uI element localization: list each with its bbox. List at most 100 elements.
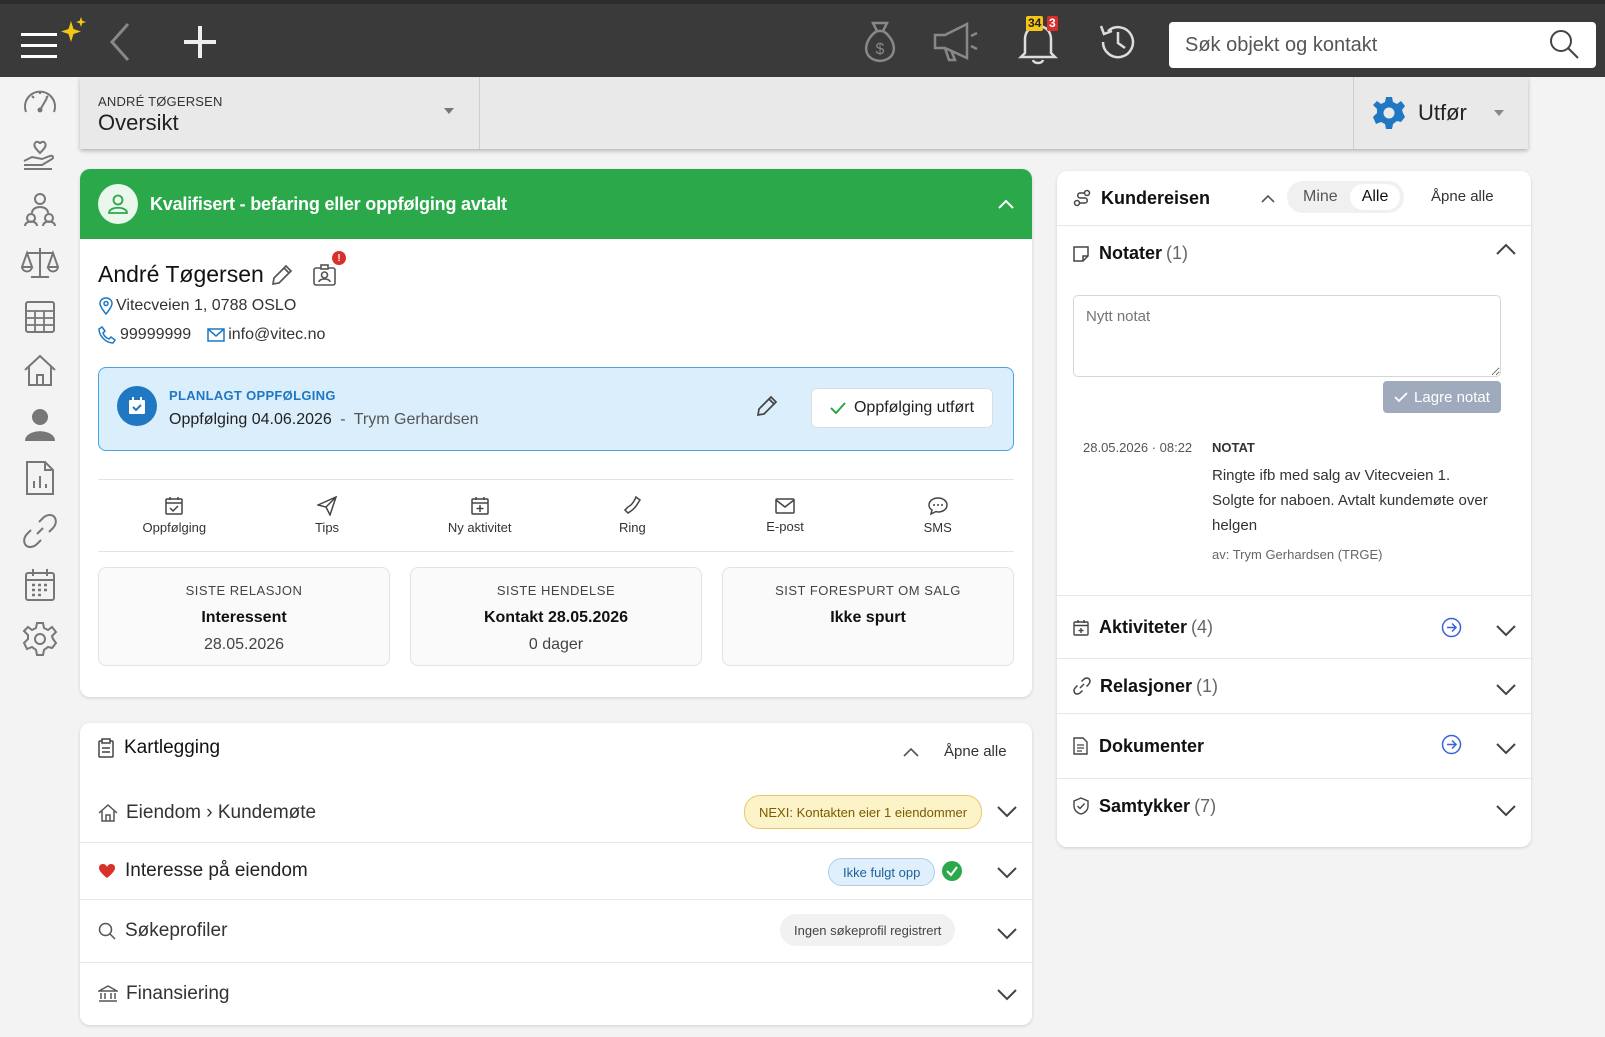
open-all-link[interactable]: Åpne alle [1431,188,1494,205]
check-icon [1394,391,1408,402]
chevron-up-icon[interactable] [998,199,1014,209]
action-sms-button[interactable]: SMS [861,480,1014,551]
action-label: Tips [314,520,340,535]
mail-icon [207,328,225,342]
chevron-down-icon[interactable] [996,805,1018,819]
chat-bubble-icon [927,497,948,516]
calendar-check-icon [117,386,157,426]
action-call-button[interactable]: Ring [556,480,709,551]
action-label: Ring [618,520,646,535]
menu-icon[interactable] [18,14,88,70]
row-label: Søkeprofiler [125,920,228,941]
contact-card: Kvalifisert - befaring eller oppfølging … [80,169,1032,697]
section-count: (1) [1196,675,1219,696]
chevron-down-icon[interactable] [1495,683,1517,697]
sidebar-scales-icon[interactable] [20,243,60,283]
chevron-up-icon[interactable] [1261,194,1275,203]
sidebar-team-icon[interactable] [20,189,60,229]
kartlegging-row-financing[interactable]: Finansiering [80,962,1032,1025]
action-followup-button[interactable]: Oppfølging [98,480,251,551]
chevron-down-icon[interactable] [1495,742,1517,756]
add-icon[interactable] [178,14,222,70]
sidebar-calculator-icon[interactable] [20,297,60,337]
money-bag-icon[interactable]: $ [855,14,905,70]
kartlegging-row-search-profiles[interactable]: Søkeprofiler Ingen søkeprofil registrert [80,899,1032,962]
followup-done-button[interactable]: Oppfølging utført [811,388,993,428]
scope-mine-option[interactable]: Mine [1291,184,1350,210]
search-input[interactable] [1185,33,1548,57]
relations-section[interactable]: Relasjoner (1) [1057,658,1531,713]
action-label: E-post [766,519,804,534]
nexi-tag: NEXI: Kontakten eier 1 eiendommer [744,795,983,829]
stat-last-event: SISTE HENDELSE Kontakt 28.05.2026 0 dage… [410,567,702,666]
megaphone-icon[interactable] [930,14,982,70]
email-address[interactable]: info@vitec.no [228,326,325,344]
scope-all-option[interactable]: Alle [1349,184,1401,210]
context-selector[interactable]: ANDRÉ TØGERSEN Oversikt [80,77,480,149]
chevron-down-icon[interactable] [996,927,1018,941]
quick-actions: Oppfølging Tips Ny aktivitet Ring E-post… [98,479,1014,552]
action-tips-button[interactable]: Tips [251,480,404,551]
save-note-label: Lagre notat [1414,388,1490,406]
consents-section[interactable]: Samtykker (7) [1057,778,1531,833]
history-icon[interactable] [1094,14,1140,70]
stat-header: SISTE RELASJON [185,583,303,598]
kartlegging-row-interest[interactable]: Interesse på eiendom Ikke fulgt opp [80,842,1032,899]
stat-value: Kontakt 28.05.2026 [483,609,629,626]
kartlegging-header: Kartlegging [98,737,220,759]
followup-owner: Trym Gerhardsen [353,411,479,428]
chevron-down-icon[interactable] [1495,804,1517,818]
action-new-activity-button[interactable]: Ny aktivitet [403,480,556,551]
notes-section-header[interactable]: Notater (1) [1057,225,1531,281]
calendar-plus-icon [470,497,489,515]
section-title: Dokumenter [1099,735,1205,756]
open-all-link[interactable]: Åpne alle [944,743,1007,760]
chevron-up-icon[interactable] [1495,242,1517,256]
sidebar-home-icon[interactable] [20,350,60,390]
chevron-down-icon[interactable] [1495,624,1517,638]
chevron-up-icon[interactable] [903,747,919,757]
note-type: NOTAT [1212,440,1255,455]
save-note-button[interactable]: Lagre notat [1383,381,1501,413]
action-email-button[interactable]: E-post [709,480,862,551]
row-label: Eiendom › Kundemøte [126,801,317,823]
sidebar-settings-icon[interactable] [20,619,60,659]
edit-icon[interactable] [270,263,294,290]
sidebar-report-icon[interactable] [20,458,60,498]
documents-section[interactable]: Dokumenter [1057,713,1531,778]
search-icon [98,922,116,940]
not-followed-up-tag: Ikke fulgt opp [828,858,936,886]
phone-number[interactable]: 99999999 [120,326,191,344]
kundereisen-header: Kundereisen Mine Alle Åpne alle [1057,171,1531,225]
arrow-circle-right-icon[interactable] [1441,734,1462,755]
caret-down-icon [1493,110,1504,116]
action-label: Ny aktivitet [447,520,512,535]
search-icon[interactable] [1548,28,1580,63]
edit-followup-icon[interactable] [755,394,779,421]
status-bar[interactable]: Kvalifisert - befaring eller oppfølging … [80,169,1032,239]
kartlegging-row-property[interactable]: Eiendom › Kundemøte NEXI: Kontakten eier… [80,783,1032,842]
arrow-circle-right-icon[interactable] [1441,617,1462,638]
id-card-icon[interactable] [312,263,338,290]
note-text: Ringte ifb med salg av Vitecveien 1. Sol… [1212,467,1488,534]
planned-followup-panel: PLANLAGT OPPFØLGING Oppfølging 04.06.202… [98,367,1014,451]
chevron-down-icon[interactable] [996,866,1018,880]
new-note-input[interactable] [1073,295,1501,377]
paper-plane-icon [317,496,337,516]
alert-icon: ! [332,251,346,265]
phone-icon [624,496,642,514]
calendar-plus-icon [1073,619,1089,636]
no-search-profile-tag: Ingen søkeprofil registrert [780,914,956,946]
sidebar-hand-heart-icon[interactable] [20,135,60,175]
back-icon[interactable] [100,14,140,70]
sidebar-calendar-icon[interactable] [20,565,60,605]
activities-section[interactable]: Aktiviteter (4) [1057,595,1531,658]
sidebar-dashboard-icon[interactable] [20,82,60,122]
sidebar-person-icon[interactable] [20,404,60,444]
sidebar-link-icon[interactable] [20,511,60,551]
home-icon [98,803,118,822]
row-label: Finansiering [126,983,230,1004]
stat-last-relation: SISTE RELASJON Interessent 28.05.2026 [98,567,390,666]
action-menu-button[interactable]: Utfør [1353,77,1528,149]
chevron-down-icon[interactable] [996,988,1018,1002]
